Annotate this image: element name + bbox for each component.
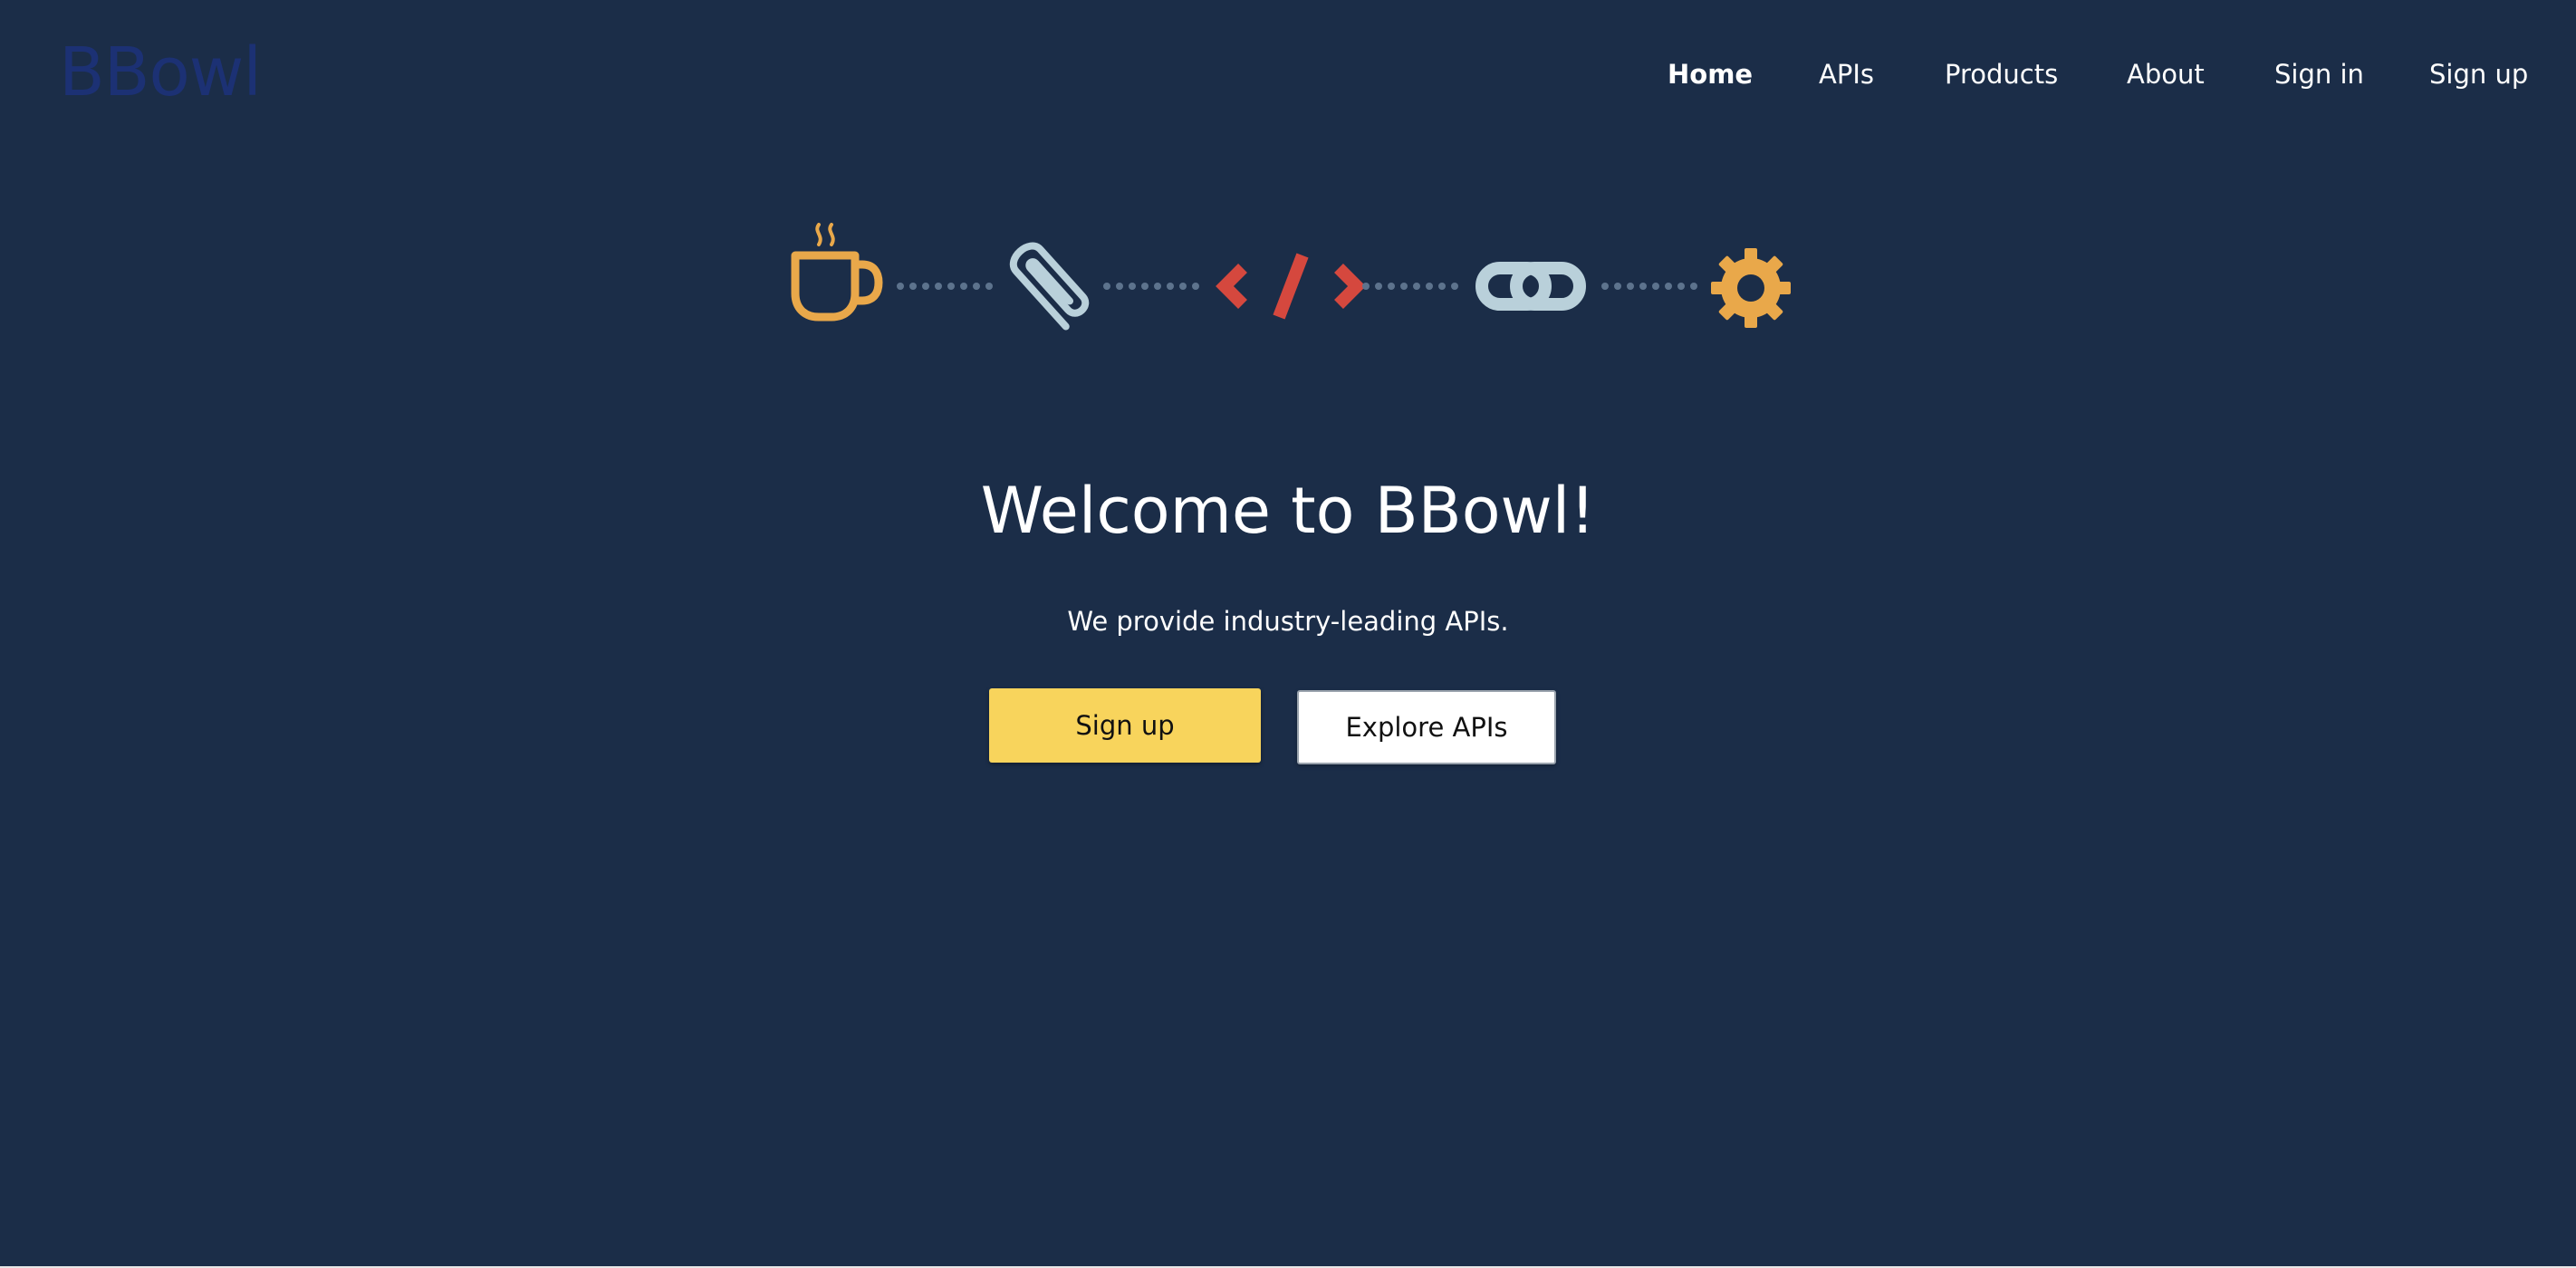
hero-icon-strip bbox=[791, 223, 1791, 331]
page-background: BBowl Home APIs Products About Sign in S… bbox=[0, 0, 2576, 1266]
coffee-cup-icon bbox=[791, 223, 883, 322]
explore-apis-button[interactable]: Explore APIs bbox=[1297, 690, 1556, 764]
nav-sign-in-link[interactable]: Sign in bbox=[2274, 53, 2364, 96]
nav-sign-up-link[interactable]: Sign up bbox=[2429, 53, 2528, 96]
nav-apis-link[interactable]: APIs bbox=[1819, 53, 1874, 96]
connector-dots bbox=[897, 283, 993, 290]
chain-link-icon bbox=[1475, 262, 1586, 311]
connector-dots bbox=[1601, 283, 1697, 290]
nav-home-link[interactable]: Home bbox=[1668, 53, 1753, 96]
paperclip-icon bbox=[1010, 242, 1090, 331]
connector-dots bbox=[1362, 283, 1458, 290]
code-brackets-icon bbox=[1216, 253, 1366, 320]
top-navigation: Home APIs Products About Sign in Sign up bbox=[0, 53, 2576, 96]
nav-products-link[interactable]: Products bbox=[1945, 53, 2058, 96]
gear-icon bbox=[1711, 248, 1791, 328]
sign-up-button[interactable]: Sign up bbox=[989, 688, 1261, 763]
hero-title: Welcome to BBowl! bbox=[980, 474, 1596, 548]
nav-about-link[interactable]: About bbox=[2127, 53, 2205, 96]
connector-dots bbox=[1103, 283, 1199, 290]
hero-subtitle: We provide industry-leading APIs. bbox=[1067, 606, 1509, 637]
